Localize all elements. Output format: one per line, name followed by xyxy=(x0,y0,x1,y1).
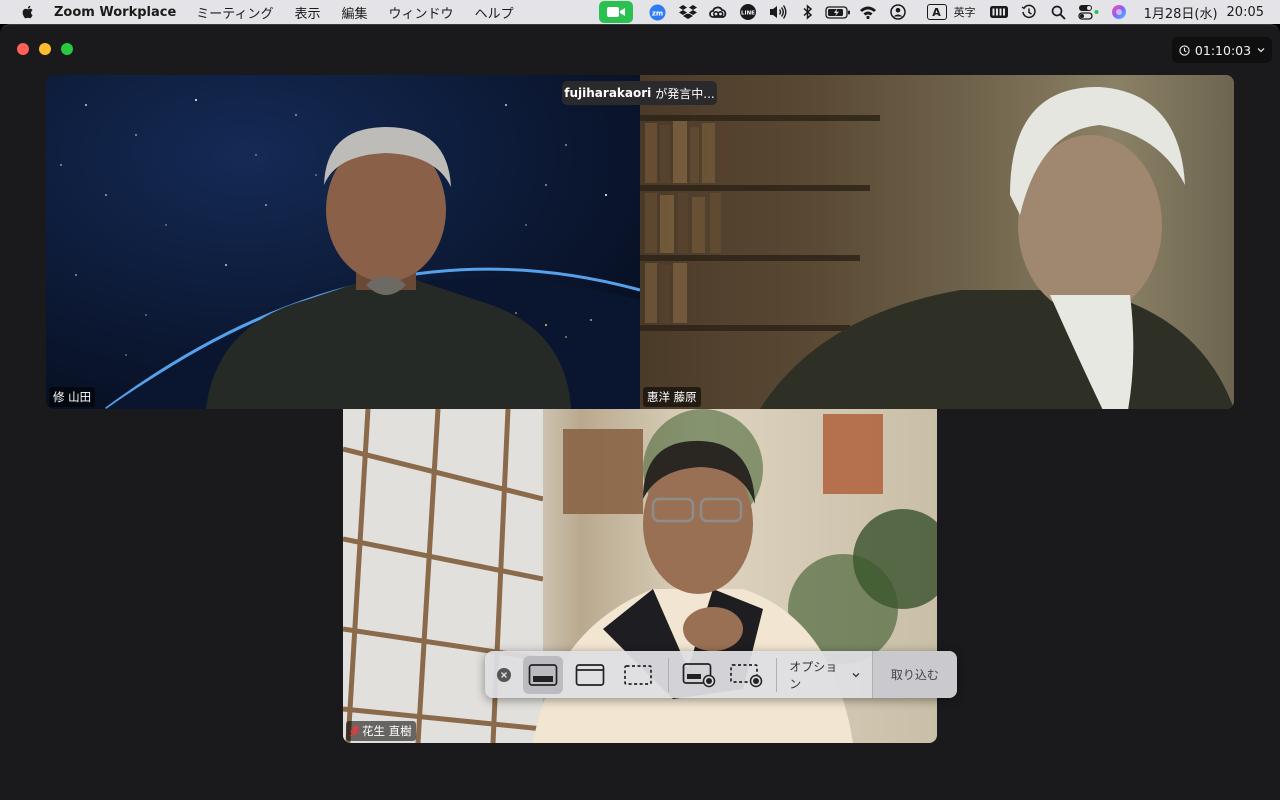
active-speaker-name: fujiharakaori xyxy=(564,86,652,100)
keyboard-icon xyxy=(989,6,1008,18)
clock-icon xyxy=(1179,44,1190,56)
capture-button[interactable]: 取り込む xyxy=(871,651,957,698)
input-source-label: 英字 xyxy=(953,6,976,19)
selection-capture-icon xyxy=(624,664,652,685)
capture-selection-button[interactable] xyxy=(618,656,658,694)
bluetooth-tray[interactable] xyxy=(793,0,823,24)
screen-record-icon xyxy=(682,662,715,687)
options-label: オプション xyxy=(789,659,838,691)
muted-mic-icon xyxy=(350,725,360,737)
record-entire-screen-button[interactable] xyxy=(679,656,719,694)
control-center-icon xyxy=(1077,5,1099,20)
participant-1-video xyxy=(206,127,571,409)
close-icon xyxy=(500,671,507,678)
input-source-badge: A xyxy=(926,4,947,20)
participant-3-name: 花生 直樹 xyxy=(362,724,412,738)
creative-cloud-icon xyxy=(708,6,726,18)
battery-icon xyxy=(824,5,850,19)
dropbox-icon xyxy=(678,4,697,19)
toolbar-close-button[interactable] xyxy=(497,667,511,682)
svg-text:zm: zm xyxy=(652,9,663,17)
menubar-time[interactable]: 20:05 xyxy=(1227,5,1264,20)
window-zoom-button[interactable] xyxy=(61,43,73,55)
active-speaker-banner: fujiharakaori が発言中... xyxy=(562,81,717,105)
time-machine-tray[interactable] xyxy=(1014,0,1044,24)
video-tile-participant-2[interactable]: 惠洋 藤原 xyxy=(640,75,1234,409)
zoom-video-tray[interactable] xyxy=(598,0,633,24)
menu-meeting[interactable]: ミーティング xyxy=(196,3,273,22)
chevron-down-icon xyxy=(852,672,860,677)
capture-entire-screen-button[interactable] xyxy=(522,655,563,694)
participant-1-name: 修 山田 xyxy=(53,390,92,404)
participant-1-nameplate: 修 山田 xyxy=(49,387,96,407)
record-selection-button[interactable] xyxy=(727,656,767,694)
search-icon xyxy=(1051,5,1066,20)
video-tile-participant-1[interactable]: 修 山田 xyxy=(46,75,640,409)
menu-window[interactable]: ウィンドウ xyxy=(389,3,454,22)
app-name-menu[interactable]: Zoom Workplace xyxy=(54,5,176,20)
volume-icon xyxy=(769,5,787,19)
line-tray[interactable]: LINE xyxy=(733,0,763,24)
participant-2-video xyxy=(760,86,1234,409)
capture-label: 取り込む xyxy=(890,668,939,682)
wifi-tray[interactable] xyxy=(853,0,883,24)
menu-edit[interactable]: 編集 xyxy=(342,3,368,22)
selection-record-icon xyxy=(730,663,763,687)
input-source[interactable]: A 英字 xyxy=(926,4,976,20)
spotlight-tray[interactable] xyxy=(1044,0,1074,24)
control-center-tray[interactable] xyxy=(1074,0,1104,24)
bluetooth-icon xyxy=(803,4,812,20)
line-icon: LINE xyxy=(739,4,756,20)
window-minimize-button[interactable] xyxy=(39,43,51,55)
time-machine-icon xyxy=(1021,4,1036,19)
wifi-icon xyxy=(859,6,876,19)
svg-text:LINE: LINE xyxy=(741,11,755,17)
siri-icon xyxy=(1111,5,1126,19)
menu-view[interactable]: 表示 xyxy=(295,3,321,22)
window-capture-icon xyxy=(576,663,605,686)
zoom-video-icon xyxy=(606,7,625,17)
zoom-meeting-window: 01:10:03 fujiharakaori が発言中... 修 山田 惠洋 藤… xyxy=(0,24,1280,800)
battery-tray[interactable] xyxy=(823,0,853,24)
capture-window-button[interactable] xyxy=(571,656,611,694)
options-menu-button[interactable]: オプション xyxy=(789,658,860,692)
zoom-app-icon: zm xyxy=(649,4,666,20)
window-close-button[interactable] xyxy=(17,43,29,55)
creative-cloud-tray[interactable] xyxy=(703,0,733,24)
apple-icon[interactable] xyxy=(20,4,36,20)
chevron-down-icon xyxy=(1257,48,1265,53)
participant-2-nameplate: 惠洋 藤原 xyxy=(643,387,701,407)
menubar-date[interactable]: 1月28日(水) xyxy=(1144,3,1218,22)
meeting-timer[interactable]: 01:10:03 xyxy=(1172,37,1272,63)
active-speaker-suffix: が発言中... xyxy=(655,86,715,101)
zoom-app-tray[interactable]: zm xyxy=(643,0,673,24)
siri-tray[interactable] xyxy=(1104,0,1134,24)
menu-help[interactable]: ヘルプ xyxy=(475,3,514,22)
user-tray[interactable] xyxy=(883,0,913,24)
menu-bar: Zoom Workplace ミーティング 表示 編集 ウィンドウ ヘルプ zm xyxy=(0,0,1280,24)
participant-3-nameplate: 花生 直樹 xyxy=(346,721,416,741)
screen-capture-icon xyxy=(528,663,558,686)
screenshot-toolbar: オプション 取り込む xyxy=(485,651,957,698)
keyboard-tray[interactable] xyxy=(984,0,1014,24)
dropbox-tray[interactable] xyxy=(673,0,703,24)
participant-2-name: 惠洋 藤原 xyxy=(647,390,697,404)
toolbar-separator xyxy=(667,657,669,692)
meeting-timer-value: 01:10:03 xyxy=(1194,42,1252,58)
user-icon xyxy=(889,4,906,20)
toolbar-separator xyxy=(776,657,778,692)
volume-tray[interactable] xyxy=(763,0,793,24)
